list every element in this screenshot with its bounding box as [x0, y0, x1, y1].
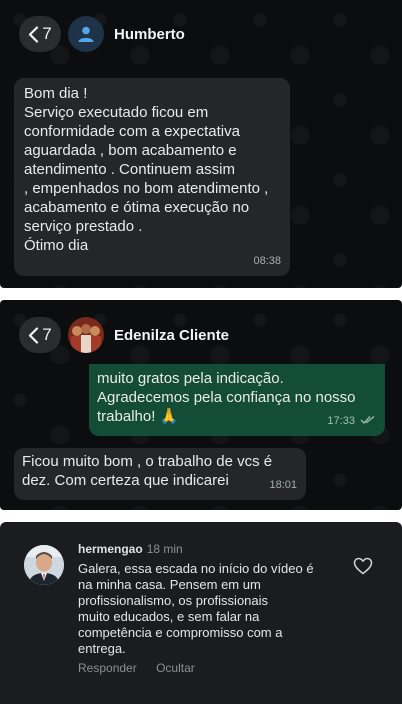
- chat-screenshot-humberto: 7 Humberto Bom dia ! Serviço executado fi…: [0, 0, 402, 288]
- avatar[interactable]: [68, 317, 104, 353]
- double-check-icon: [360, 415, 375, 425]
- message-time: 18:01: [269, 479, 297, 491]
- text-line: competência e compromisso com a: [78, 625, 283, 640]
- text-line: Ótimo dia: [24, 237, 89, 254]
- text-line: Galera, essa escada no início do vídeo é: [78, 561, 314, 576]
- message-time: 17:33: [327, 412, 376, 431]
- back-button[interactable]: 7: [19, 16, 61, 52]
- text-line: profissionalismo, os profissionais: [78, 593, 269, 608]
- comment-age: 18 min: [146, 542, 183, 556]
- text-line: muito gratos pela indicação.: [97, 370, 284, 387]
- chevron-left-icon: [29, 326, 39, 344]
- unread-count: 7: [42, 24, 52, 43]
- reply-button[interactable]: Responder: [78, 661, 137, 675]
- chevron-left-icon: [29, 25, 39, 43]
- message-text: Bom dia ! Serviço executado ficou em confo…: [24, 84, 280, 255]
- text-line: , empenhados no bom atendimento ,: [24, 180, 269, 197]
- back-button[interactable]: 7: [19, 317, 61, 353]
- text-line: Agradecemos pela confiança no nosso: [97, 389, 356, 406]
- text-line: na minha casa. Pensem em um: [78, 577, 261, 592]
- chat-screenshot-edenilza: muito gratos pela indicação. Agradecemos …: [0, 300, 402, 510]
- incoming-message: Ficou muito bom , o trabalho de vcs é dez…: [14, 448, 306, 500]
- avatar[interactable]: [68, 16, 104, 52]
- outgoing-message: muito gratos pela indicação. Agradecemos …: [89, 364, 385, 436]
- message-text: Ficou muito bom , o trabalho de vcs é dez…: [22, 452, 298, 490]
- time-label: 17:33: [327, 415, 355, 427]
- text-line: atendimento . Continuem assim: [24, 161, 235, 178]
- comment-text: Galera, essa escada no início do vídeo é…: [78, 561, 348, 657]
- contact-name[interactable]: Humberto: [114, 26, 185, 43]
- group-photo: [68, 317, 104, 353]
- incoming-message: Bom dia ! Serviço executado ficou em confo…: [14, 78, 290, 276]
- text-line: aguardada , bom acabamento e: [24, 142, 237, 159]
- contact-name[interactable]: Edenilza Cliente: [114, 327, 229, 344]
- comment-author[interactable]: hermengao 18 min: [78, 542, 183, 556]
- commenter-avatar[interactable]: [24, 545, 64, 585]
- person-icon: [78, 26, 94, 42]
- text-line: entrega.: [78, 641, 126, 656]
- comment-actions: Responder Ocultar: [78, 661, 211, 675]
- text-line: conformidade com a expectativa: [24, 123, 240, 140]
- text-line: serviço prestado .: [24, 218, 143, 235]
- text-line: Bom dia !: [24, 85, 88, 102]
- heart-outline-icon[interactable]: [353, 557, 373, 575]
- message-time: 08:38: [253, 255, 281, 267]
- profile-photo: [24, 545, 64, 585]
- text-line: muito educados, e sem falar na: [78, 609, 260, 624]
- hide-button[interactable]: Ocultar: [156, 661, 195, 675]
- username[interactable]: hermengao: [78, 542, 143, 556]
- text-line: dez. Com certeza que indicarei: [22, 472, 229, 489]
- text-line: Ficou muito bom , o trabalho de vcs é: [22, 453, 273, 470]
- unread-count: 7: [42, 325, 52, 344]
- text-line: acabamento e ótima execução no: [24, 199, 250, 216]
- text-line: Serviço executado ficou em: [24, 104, 209, 121]
